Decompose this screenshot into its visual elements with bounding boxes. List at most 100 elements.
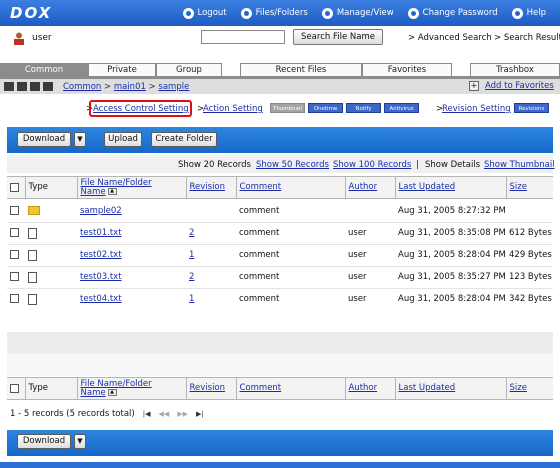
add-to-favorites[interactable]: + Add to Favorites (469, 81, 554, 91)
show-50-records-link[interactable]: Show 50 Records (256, 160, 329, 170)
file-icon (28, 249, 37, 261)
sort-asc-icon: ▲ (107, 187, 117, 195)
breadcrumb-sample[interactable]: sample (158, 82, 189, 92)
last-page-icon[interactable]: ▶| (196, 410, 204, 418)
file-name-link[interactable]: test04.txt (80, 294, 122, 304)
revision-setting-link[interactable]: Revision Setting (442, 104, 511, 114)
revision-link[interactable]: 2 (189, 272, 194, 282)
row-checkbox[interactable] (10, 272, 19, 281)
manage-icon (321, 7, 333, 19)
empty-row (7, 354, 553, 376)
forward-icon[interactable] (17, 82, 27, 91)
refresh-icon (407, 7, 419, 19)
download-button[interactable]: Download (17, 132, 71, 147)
tab-private[interactable]: Private (88, 63, 156, 76)
tab-favorites[interactable]: Favorites (362, 63, 452, 76)
empty-row (7, 310, 553, 332)
file-table: sample02 comment Aug 31, 2005 8:27:32 PM… (7, 200, 553, 311)
logout-icon (182, 7, 194, 19)
next-page-icon: ▶▶ (177, 410, 189, 418)
highlight-box (89, 100, 192, 117)
file-name-link[interactable]: test01.txt (80, 228, 122, 238)
breadcrumb-main01[interactable]: main01 (114, 82, 146, 92)
row-checkbox[interactable] (10, 228, 19, 237)
search-result-link[interactable]: > Search Result (494, 33, 560, 43)
file-icon (28, 227, 37, 239)
search-input[interactable] (201, 30, 285, 44)
row-checkbox[interactable] (10, 294, 19, 303)
breadcrumb-common[interactable]: Common (63, 82, 101, 92)
help-link[interactable]: Help (511, 7, 546, 19)
table-row[interactable]: test04.txt 1 comment user Aug 31, 2005 8… (7, 288, 553, 311)
table-row[interactable]: test01.txt 2 comment user Aug 31, 2005 8… (7, 222, 553, 245)
upload-button[interactable]: Upload (104, 132, 142, 147)
show-100-records-link[interactable]: Show 100 Records (333, 160, 411, 170)
tab-recent-files[interactable]: Recent Files (240, 63, 362, 76)
action-setting-link[interactable]: Action Setting (203, 104, 263, 114)
search-file-name-button[interactable]: Search File Name (293, 29, 383, 45)
manage-view-link[interactable]: Manage/View (321, 7, 394, 19)
top-bar: DOX Logout Files/Folders Manage/View Cha… (0, 0, 560, 26)
download-dropdown-icon[interactable]: ▼ (74, 132, 86, 147)
prev-page-icon: ◀◀ (158, 410, 170, 418)
files-folders-link[interactable]: Files/Folders (240, 7, 308, 19)
footer-download-dropdown-icon[interactable]: ▼ (74, 434, 86, 449)
col-type: Type (25, 377, 78, 400)
tab-group[interactable]: Group (156, 63, 222, 76)
show-thumbnail-link[interactable]: Show Thumbnail (484, 160, 555, 170)
tree-icon[interactable] (43, 82, 53, 91)
logout-link[interactable]: Logout (182, 7, 227, 19)
folder-icon (240, 7, 252, 19)
col-author: Author (348, 383, 378, 393)
breadcrumb: Common > main01 > sample (63, 82, 190, 92)
row-checkbox[interactable] (10, 205, 19, 215)
thumbnail-badge: Thumbnail (270, 103, 305, 113)
back-icon[interactable] (4, 82, 14, 91)
help-icon (511, 7, 523, 19)
file-name-link[interactable]: test02.txt (80, 250, 122, 260)
advanced-search-link[interactable]: > Advanced Search (408, 33, 492, 43)
file-name-link[interactable]: test03.txt (80, 272, 122, 282)
user-icon (14, 32, 24, 45)
table-header: Type File Name/Folder Name ▲ Revision Comm… (7, 176, 553, 199)
records-summary: 1 - 5 records (5 records total) (10, 409, 135, 419)
show-20-records: Show 20 Records (178, 160, 251, 170)
onetime-badge: Onetime (308, 103, 343, 113)
select-all-checkbox[interactable] (10, 383, 19, 393)
col-file-name[interactable]: File Name/Folder Name ▲ (77, 377, 187, 400)
up-folder-icon[interactable] (30, 82, 40, 91)
table-footer-header: Type File Name/Folder Name ▲ Revision Comm… (7, 377, 553, 400)
col-comment: Comment (239, 383, 282, 393)
file-icon (28, 271, 37, 283)
col-size: Size (509, 182, 527, 192)
tab-trashbox[interactable]: Trashbox (470, 63, 560, 76)
create-folder-button[interactable]: Create Folder (151, 132, 217, 147)
col-type: Type (25, 176, 78, 199)
first-page-icon[interactable]: |◀ (143, 410, 151, 418)
change-password-link[interactable]: Change Password (407, 7, 498, 19)
revisions-badge: Revisions (514, 103, 549, 113)
select-all-checkbox[interactable] (10, 182, 19, 192)
revision-link[interactable]: 1 (189, 294, 194, 304)
file-name-link[interactable]: sample02 (80, 206, 122, 216)
notify-badge: Notify (346, 103, 381, 113)
revision-link[interactable]: 1 (189, 250, 194, 260)
show-details: Show Details (425, 160, 481, 170)
col-last-updated: Last Updated (398, 182, 456, 192)
user-name: user (32, 33, 52, 43)
col-file-name[interactable]: File Name/Folder Name ▲ (77, 176, 187, 199)
top-nav: Logout Files/Folders Manage/View Change … (182, 0, 560, 26)
col-size: Size (509, 383, 527, 393)
footer-download-button[interactable]: Download (17, 434, 71, 449)
revision-link[interactable]: 2 (189, 228, 194, 238)
empty-row (7, 332, 553, 354)
folder-icon (28, 205, 40, 215)
table-row[interactable]: test02.txt 1 comment user Aug 31, 2005 8… (7, 244, 553, 267)
row-checkbox[interactable] (10, 250, 19, 259)
table-row[interactable]: test03.txt 2 comment user Aug 31, 2005 8… (7, 266, 553, 289)
file-icon (28, 293, 37, 305)
table-row[interactable]: sample02 comment Aug 31, 2005 8:27:32 PM (7, 200, 553, 223)
col-revision: Revision (189, 383, 226, 393)
tab-common[interactable]: Common (0, 63, 88, 76)
bottom-bar (0, 462, 560, 468)
